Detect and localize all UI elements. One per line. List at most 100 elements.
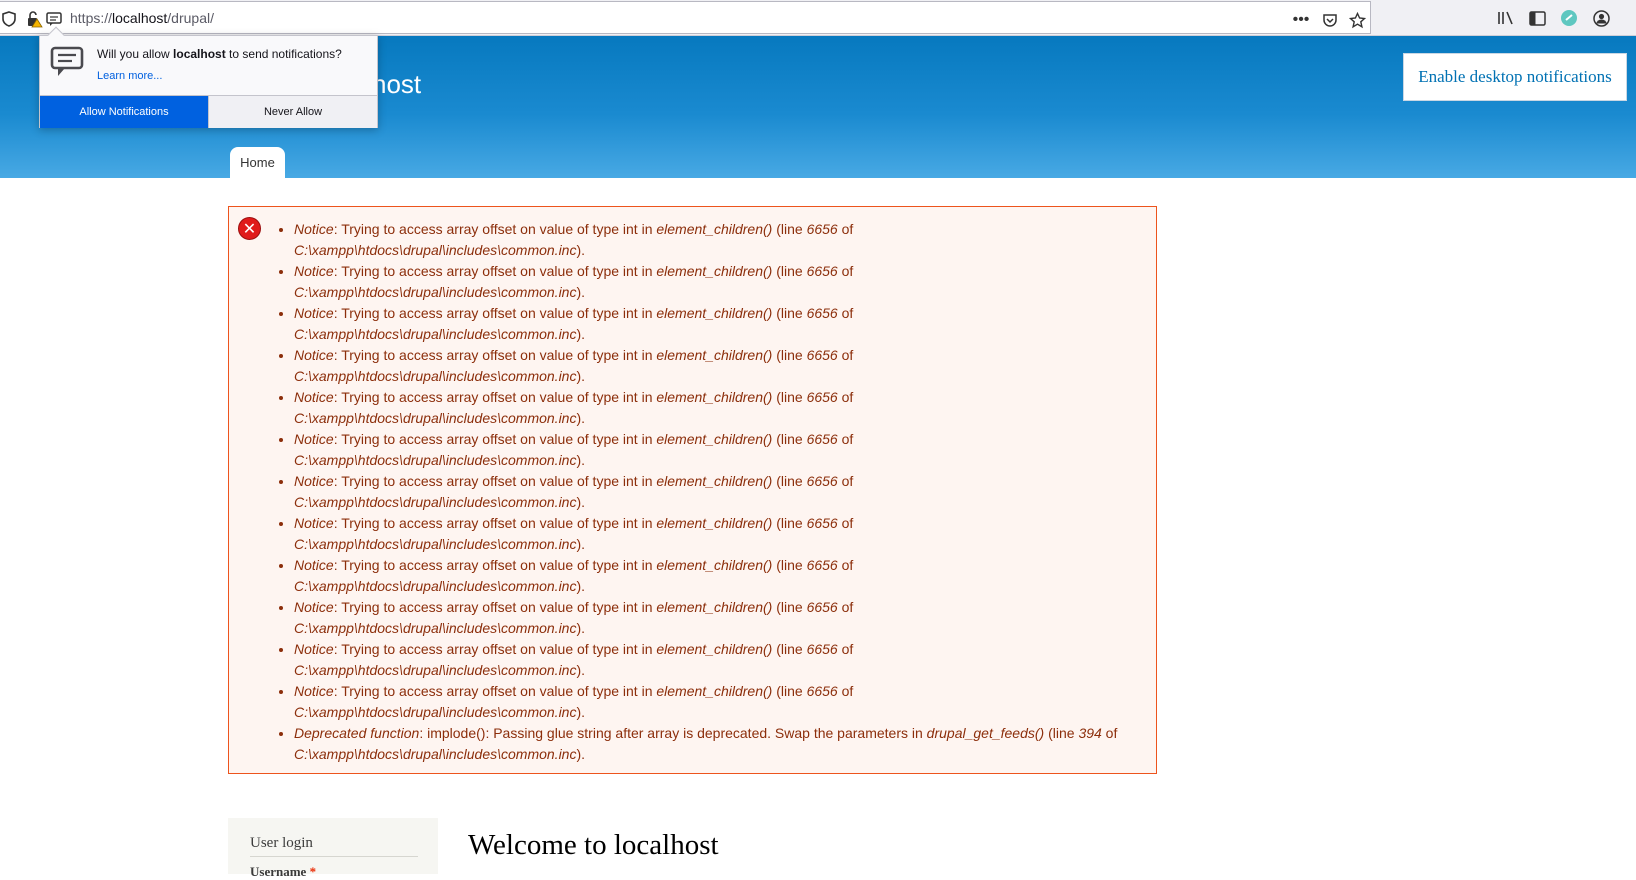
url-bar[interactable]: https://localhost/drupal/ •••: [0, 1, 1371, 34]
question-host: localhost: [173, 47, 226, 61]
notification-permission-icon[interactable]: [45, 10, 63, 28]
enable-desktop-notifications-button[interactable]: Enable desktop notifications: [1403, 53, 1627, 101]
message-line-number: 6656: [806, 557, 838, 573]
error-message-item: Notice: Trying to access array offset on…: [294, 597, 1144, 639]
block-divider: [250, 856, 418, 857]
url-text[interactable]: https://localhost/drupal/: [70, 10, 214, 26]
message-text: : Trying to access array offset on value…: [333, 683, 657, 699]
message-line-number: 6656: [806, 263, 838, 279]
message-end: ).: [576, 326, 586, 342]
message-type: Notice: [294, 431, 334, 447]
message-text: : Trying to access array offset on value…: [333, 263, 657, 279]
message-file: C:\xampp\htdocs\drupal\includes\common.i…: [294, 242, 577, 258]
message-end: ).: [576, 494, 586, 510]
message-function: element_children(): [656, 557, 773, 573]
error-message-item: Notice: Trying to access array offset on…: [294, 471, 1144, 513]
message-file: C:\xampp\htdocs\drupal\includes\common.i…: [294, 578, 577, 594]
account-icon[interactable]: [1590, 7, 1612, 29]
error-message-item: Notice: Trying to access array offset on…: [294, 513, 1144, 555]
allow-notifications-button[interactable]: Allow Notifications: [40, 96, 208, 128]
message-of: of: [1101, 725, 1118, 741]
message-line-prefix: (line: [772, 599, 807, 615]
message-of: of: [837, 431, 854, 447]
library-icon[interactable]: [1495, 7, 1517, 29]
extension-icon[interactable]: [1558, 7, 1580, 29]
message-of: of: [837, 221, 854, 237]
never-allow-button[interactable]: Never Allow: [208, 96, 377, 128]
url-path: /drupal/: [167, 10, 214, 26]
message-of: of: [837, 305, 854, 321]
message-of: of: [837, 347, 854, 363]
message-line-number: 6656: [806, 641, 838, 657]
pocket-icon[interactable]: [1319, 9, 1341, 31]
message-line-number: 6656: [806, 515, 838, 531]
message-file: C:\xampp\htdocs\drupal\includes\common.i…: [294, 368, 577, 384]
notification-buttons: Allow Notifications Never Allow: [40, 95, 377, 128]
message-of: of: [837, 641, 854, 657]
message-text: : Trying to access array offset on value…: [333, 599, 657, 615]
message-file: C:\xampp\htdocs\drupal\includes\common.i…: [294, 326, 577, 342]
message-end: ).: [576, 704, 586, 720]
message-line-number: 6656: [806, 473, 838, 489]
message-function: element_children(): [656, 515, 773, 531]
message-line-prefix: (line: [772, 641, 807, 657]
message-of: of: [837, 473, 854, 489]
username-label-text: Username: [250, 864, 307, 879]
error-message-item: Notice: Trying to access array offset on…: [294, 387, 1144, 429]
message-line-number: 6656: [806, 599, 838, 615]
tab-home[interactable]: Home: [230, 147, 285, 178]
message-text: : Trying to access array offset on value…: [333, 641, 657, 657]
message-type: Notice: [294, 515, 334, 531]
message-of: of: [837, 599, 854, 615]
page-actions-icon[interactable]: •••: [1290, 9, 1312, 31]
message-type: Notice: [294, 221, 334, 237]
learn-more-link[interactable]: Learn more...: [97, 70, 162, 82]
message-type: Deprecated function: [294, 725, 420, 741]
sidebar-toggle-icon[interactable]: [1526, 7, 1548, 29]
error-message-item: Notice: Trying to access array offset on…: [294, 219, 1144, 261]
message-line-number: 6656: [806, 683, 838, 699]
message-text: : Trying to access array offset on value…: [333, 557, 657, 573]
message-file: C:\xampp\htdocs\drupal\includes\common.i…: [294, 284, 577, 300]
message-end: ).: [576, 620, 586, 636]
message-type: Notice: [294, 389, 334, 405]
page-title: Welcome to localhost: [468, 829, 719, 861]
message-end: ).: [576, 284, 586, 300]
message-line-prefix: (line: [772, 305, 807, 321]
error-messages-box: ✕ Notice: Trying to access array offset …: [228, 206, 1157, 774]
message-line-number: 6656: [806, 305, 838, 321]
message-end: ).: [576, 242, 586, 258]
message-line-prefix: (line: [772, 431, 807, 447]
message-file: C:\xampp\htdocs\drupal\includes\common.i…: [294, 410, 577, 426]
message-function: element_children(): [656, 431, 773, 447]
message-text: : Trying to access array offset on value…: [333, 347, 657, 363]
message-end: ).: [576, 410, 586, 426]
message-end: ).: [576, 578, 586, 594]
bookmark-star-icon[interactable]: [1346, 9, 1368, 31]
message-line-prefix: (line: [1044, 725, 1079, 741]
message-end: ).: [576, 368, 586, 384]
message-of: of: [837, 683, 854, 699]
message-line-prefix: (line: [772, 389, 807, 405]
question-prefix: Will you allow: [97, 47, 174, 61]
message-text: : Trying to access array offset on value…: [333, 515, 657, 531]
message-line-prefix: (line: [772, 263, 807, 279]
message-line-number: 6656: [806, 347, 838, 363]
message-end: ).: [576, 536, 586, 552]
message-file: C:\xampp\htdocs\drupal\includes\common.i…: [294, 746, 577, 762]
error-message-item: Notice: Trying to access array offset on…: [294, 681, 1144, 723]
message-function: element_children(): [656, 641, 773, 657]
site-name[interactable]: host: [372, 69, 421, 100]
message-end: ).: [576, 452, 586, 468]
error-message-item: Deprecated function: implode(): Passing …: [294, 723, 1144, 765]
message-line-number: 6656: [806, 431, 838, 447]
shield-icon[interactable]: [0, 10, 18, 28]
message-end: ).: [576, 746, 586, 762]
message-file: C:\xampp\htdocs\drupal\includes\common.i…: [294, 452, 577, 468]
message-text: : Trying to access array offset on value…: [333, 389, 657, 405]
error-message-item: Notice: Trying to access array offset on…: [294, 639, 1144, 681]
message-file: C:\xampp\htdocs\drupal\includes\common.i…: [294, 662, 577, 678]
message-type: Notice: [294, 599, 334, 615]
insecure-lock-icon[interactable]: [26, 10, 44, 28]
message-line-prefix: (line: [772, 557, 807, 573]
